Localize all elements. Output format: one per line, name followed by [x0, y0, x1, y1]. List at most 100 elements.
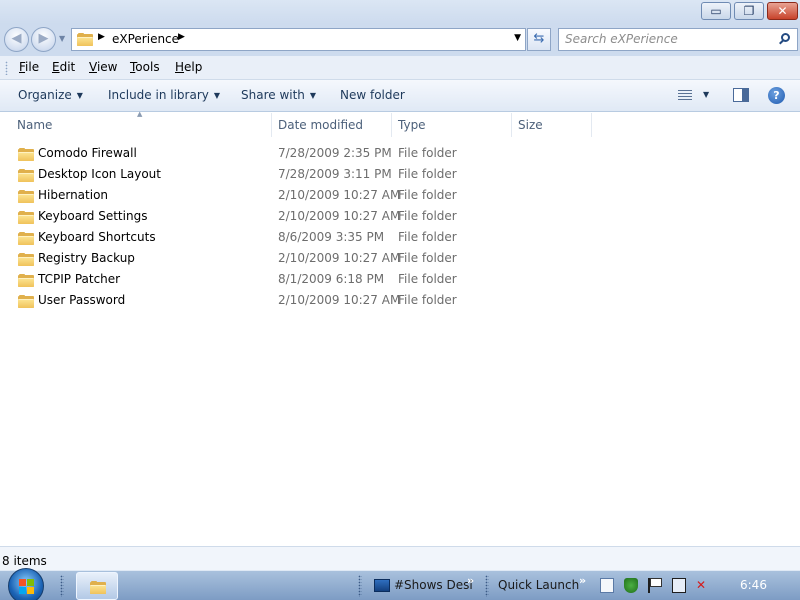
list-item[interactable]: Registry Backup 2/10/2009 10:27 AM File …: [0, 248, 600, 269]
list-item[interactable]: Keyboard Shortcuts 8/6/2009 3:35 PM File…: [0, 227, 600, 248]
help-icon[interactable]: ?: [768, 87, 785, 104]
chevron-right-icon[interactable]: »: [579, 574, 586, 587]
file-type: File folder: [398, 251, 457, 265]
new-folder-button[interactable]: New folder: [340, 88, 405, 102]
file-name: Comodo Firewall: [38, 146, 137, 160]
file-date: 2/10/2009 10:27 AM: [278, 251, 401, 265]
file-date: 2/10/2009 10:27 AM: [278, 293, 401, 307]
list-item[interactable]: Keyboard Settings 2/10/2009 10:27 AM Fil…: [0, 206, 600, 227]
quick-launch-toolbar[interactable]: Quick Launch: [498, 578, 579, 592]
menu-help[interactable]: Help: [175, 60, 202, 74]
file-name: User Password: [38, 293, 126, 307]
clock[interactable]: 6:46: [740, 578, 767, 592]
action-center-flag-icon[interactable]: [648, 578, 662, 593]
show-desktop-toolbar[interactable]: #Shows Desl: [394, 578, 473, 592]
taskbar-grip[interactable]: [485, 575, 489, 597]
list-item[interactable]: Desktop Icon Layout 7/28/2009 3:11 PM Fi…: [0, 164, 600, 185]
menu-view[interactable]: View: [89, 60, 117, 74]
back-arrow-icon: ◀: [11, 31, 22, 46]
column-name[interactable]: Name: [17, 118, 52, 132]
breadcrumb-chevron-icon[interactable]: ▶: [98, 32, 105, 42]
minimize-button[interactable]: ▭: [701, 2, 731, 20]
column-divider[interactable]: [511, 113, 512, 137]
network-icon[interactable]: [672, 578, 686, 593]
menu-tools[interactable]: Tools: [130, 60, 160, 74]
column-type[interactable]: Type: [398, 118, 426, 132]
security-shield-icon[interactable]: [624, 578, 638, 593]
preview-pane-icon[interactable]: [733, 88, 749, 102]
folder-icon: [77, 33, 93, 46]
minimize-icon: ▭: [710, 4, 722, 18]
command-bar: Organize ▼ Include in library ▼ Share with…: [0, 80, 800, 112]
taskbar: #Shows Desl » Quick Launch » ✕ 6:46: [0, 568, 800, 600]
volume-muted-icon[interactable]: ✕: [696, 578, 710, 593]
folder-icon: [18, 190, 34, 203]
forward-button[interactable]: ▶: [31, 27, 56, 52]
folder-icon: [18, 295, 34, 308]
list-item[interactable]: Comodo Firewall 7/28/2009 2:35 PM File f…: [0, 143, 600, 164]
file-date: 2/10/2009 10:27 AM: [278, 209, 401, 223]
taskbar-grip[interactable]: [358, 575, 362, 597]
file-name: Desktop Icon Layout: [38, 167, 161, 181]
search-input[interactable]: [565, 32, 765, 46]
item-count: 8 items: [2, 554, 47, 568]
file-type: File folder: [398, 209, 457, 223]
folder-icon: [18, 232, 34, 245]
list-item[interactable]: Hibernation 2/10/2009 10:27 AM File fold…: [0, 185, 600, 206]
recent-pages-dropdown-icon[interactable]: ▼: [59, 34, 65, 43]
address-bar[interactable]: ▶ eXPerience ▶ ▼: [71, 28, 526, 51]
folder-icon: [18, 211, 34, 224]
file-date: 8/1/2009 6:18 PM: [278, 272, 385, 286]
file-type: File folder: [398, 146, 457, 160]
file-name: Keyboard Settings: [38, 209, 148, 223]
menu-bar: File Edit View Tools Help: [0, 56, 800, 80]
include-in-library-button[interactable]: Include in library ▼: [108, 88, 220, 102]
taskbar-grip[interactable]: [60, 575, 64, 597]
organize-button[interactable]: Organize ▼: [18, 88, 83, 102]
column-date-modified[interactable]: Date modified: [278, 118, 363, 132]
status-bar: 8 items: [0, 546, 800, 570]
share-with-button[interactable]: Share with ▼: [241, 88, 316, 102]
show-desktop-icon[interactable]: [374, 579, 390, 592]
refresh-icon: ⇆: [533, 31, 545, 46]
file-type: File folder: [398, 167, 457, 181]
file-type: File folder: [398, 230, 457, 244]
title-bar: ▭ ❐ ✕: [0, 0, 800, 24]
menu-edit[interactable]: Edit: [52, 60, 75, 74]
address-row: ◀ ▶ ▼ ▶ eXPerience ▶ ▼ ⇆: [0, 24, 800, 56]
file-type: File folder: [398, 188, 457, 202]
search-icon[interactable]: [779, 32, 791, 46]
windows-logo-icon: [19, 579, 34, 594]
file-type: File folder: [398, 293, 457, 307]
restore-button[interactable]: ❐: [734, 2, 764, 20]
list-item[interactable]: User Password 2/10/2009 10:27 AM File fo…: [0, 290, 600, 311]
chevron-down-icon: ▼: [76, 91, 83, 100]
address-dropdown-icon[interactable]: ▼: [514, 33, 521, 43]
search-box[interactable]: [558, 28, 798, 51]
menu-grip: [5, 61, 8, 75]
file-date: 7/28/2009 3:11 PM: [278, 167, 392, 181]
view-options-dropdown-icon[interactable]: ▼: [703, 90, 709, 99]
details-view-icon[interactable]: [678, 90, 692, 101]
breadcrumb-chevron-icon[interactable]: ▶: [178, 32, 185, 42]
document-tray-icon[interactable]: [600, 578, 614, 593]
file-date: 7/28/2009 2:35 PM: [278, 146, 392, 160]
refresh-button[interactable]: ⇆: [527, 28, 551, 51]
file-name: Hibernation: [38, 188, 109, 202]
column-size[interactable]: Size: [518, 118, 543, 132]
column-divider[interactable]: [271, 113, 272, 137]
taskbar-explorer-button[interactable]: [76, 572, 118, 600]
breadcrumb-experience[interactable]: eXPerience: [112, 32, 179, 46]
chevron-right-icon[interactable]: »: [467, 574, 474, 587]
column-divider[interactable]: [391, 113, 392, 137]
restore-icon: ❐: [743, 4, 755, 18]
column-divider[interactable]: [591, 113, 592, 137]
folder-icon: [18, 148, 34, 161]
file-list: Comodo Firewall 7/28/2009 2:35 PM File f…: [0, 140, 800, 569]
file-type: File folder: [398, 272, 457, 286]
list-item[interactable]: TCPIP Patcher 8/1/2009 6:18 PM File fold…: [0, 269, 600, 290]
close-button[interactable]: ✕: [767, 2, 798, 20]
back-button[interactable]: ◀: [4, 27, 29, 52]
start-button[interactable]: [8, 568, 44, 600]
menu-file[interactable]: File: [19, 60, 39, 74]
